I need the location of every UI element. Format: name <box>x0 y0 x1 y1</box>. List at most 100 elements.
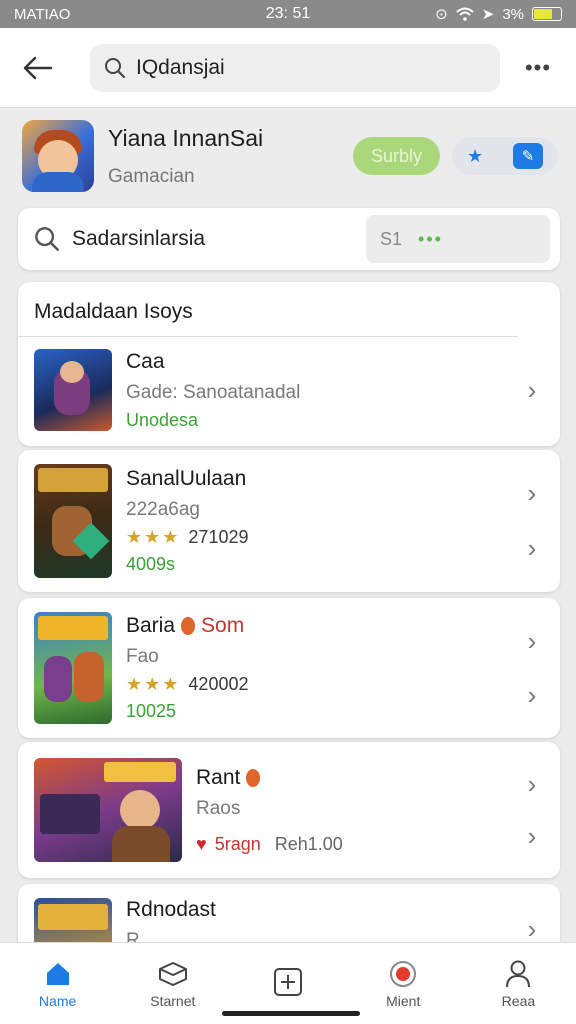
app-icon-body <box>32 172 84 192</box>
nav-label: Name <box>38 992 77 1009</box>
nav-item-starnet[interactable]: Starnet <box>115 943 230 1024</box>
back-button[interactable] <box>14 44 62 92</box>
thumb-banner <box>38 904 108 930</box>
list-card: Madaldaan Isoys Caa Gade: Sanoatanadal U… <box>18 282 560 446</box>
battery-icon <box>532 7 562 21</box>
app-icon[interactable] <box>22 120 94 192</box>
chevron-right-icon[interactable]: › <box>520 821 544 852</box>
item-price: 10025 <box>126 701 177 721</box>
item-title: SanalUulaan <box>126 467 247 490</box>
thumb-banner <box>38 468 108 492</box>
app-name: Yiana InnanSai <box>108 124 264 151</box>
battery-fill <box>534 9 553 19</box>
item-price: 4009s <box>126 554 176 574</box>
home-indicator[interactable] <box>222 1011 360 1016</box>
chevron-right-icon[interactable]: › <box>520 626 544 657</box>
game-thumbnail <box>34 464 112 578</box>
item-title: Rdnodast <box>126 898 216 921</box>
chevron-right-icon[interactable]: › <box>520 680 544 711</box>
thumb-sign <box>40 794 100 834</box>
search-icon <box>105 57 126 78</box>
status-bar: MATIAO 23: 51 ⊙ ➤ 3% <box>0 0 576 28</box>
rating-count: 420002 <box>188 674 249 694</box>
action-group: ★ ✎ <box>452 137 558 175</box>
item-title: Rant <box>196 765 241 789</box>
arrow-left-icon <box>23 56 53 79</box>
app-subtitle: Gamacian <box>108 165 195 187</box>
item-badge: Som <box>201 614 245 637</box>
hot-icon <box>246 768 261 787</box>
more-icon: ••• <box>524 54 552 80</box>
game-thumbnail <box>34 758 182 862</box>
item-status: Unodesa <box>126 409 199 430</box>
nav-label: Reaa <box>501 992 536 1009</box>
thumb-head <box>120 790 160 830</box>
item-subtitle: Raos <box>196 797 241 819</box>
box-icon <box>157 959 189 989</box>
chevron-right-icon[interactable]: › <box>520 914 544 945</box>
game-thumbnail <box>34 349 112 431</box>
item-title: Baria <box>126 614 176 637</box>
nav-item-mient[interactable]: Mient <box>346 943 461 1024</box>
chevron-right-icon[interactable]: › <box>520 478 544 509</box>
heart-icon: ♥ <box>196 833 207 854</box>
nav-item-home[interactable]: Name <box>0 943 115 1024</box>
edit-icon[interactable]: ✎ <box>513 143 544 169</box>
thumb-figure-b <box>74 652 104 702</box>
app-bar: IQdansjai ••• <box>0 28 576 108</box>
clock: 23: 51 <box>265 5 311 22</box>
thumb-body <box>112 826 170 862</box>
rating-count: 271029 <box>188 527 249 547</box>
chevron-right-icon[interactable]: › <box>520 769 544 800</box>
item-meta-left: 5ragn <box>214 833 261 854</box>
meta-row: ♥ 5ragn Reh1.00 <box>196 834 520 855</box>
rating-stars: ★★★ <box>126 527 181 547</box>
search-card[interactable]: Sadarsinlarsia S1 ••• <box>18 208 560 270</box>
bottom-nav: Name Starnet Mient Reaa <box>0 942 576 1024</box>
record-icon <box>388 959 418 989</box>
search-icon <box>35 227 59 251</box>
primary-action-button[interactable]: Surbly <box>352 137 440 175</box>
search-text: IQdansjai <box>136 55 225 79</box>
hot-icon <box>181 617 196 635</box>
chevron-column: › › <box>520 748 544 872</box>
rating-row: ★★★ 420002 <box>126 674 520 695</box>
item-subtitle: 222a6ag <box>126 499 200 520</box>
add-square-icon <box>272 967 304 997</box>
item-meta-right: Reh1.00 <box>274 833 343 854</box>
list-item[interactable]: Rant Raos ♥ 5ragn Reh1.00 › › <box>18 742 560 878</box>
rating-row: ★★★ 271029 <box>126 527 520 548</box>
nav-label: Mient <box>386 992 421 1009</box>
game-thumbnail <box>34 612 112 724</box>
more-options-button[interactable]: ••• <box>514 44 562 92</box>
app-titles: Yiana InnanSai Gamacian <box>108 125 353 188</box>
bookmark-icon[interactable]: ★ <box>467 146 483 167</box>
chevron-right-icon[interactable]: › <box>520 375 544 406</box>
item-info: Rant Raos ♥ 5ragn Reh1.00 <box>196 766 520 855</box>
item-info: Caa Gade: Sanoatanadal Unodesa <box>126 350 520 431</box>
chevron-column: › › <box>520 604 544 732</box>
thumb-banner <box>104 762 176 782</box>
item-info: SanalUulaan 222a6ag ★★★ 271029 4009s <box>126 467 520 575</box>
nav-item-reaa[interactable]: Reaa <box>461 943 576 1024</box>
home-icon <box>44 959 72 989</box>
list-item[interactable]: Caa Gade: Sanoatanadal Unodesa › <box>18 337 560 443</box>
thumb-head <box>60 361 84 383</box>
thumb-banner <box>38 616 108 640</box>
list-item[interactable]: Baria Som Fao ★★★ 420002 10025 › › <box>18 598 560 738</box>
ellipsis-icon: ••• <box>418 228 443 249</box>
search-card-text: Sadarsinlarsia <box>72 227 206 250</box>
item-subtitle: Fao <box>126 646 159 667</box>
app-header: Yiana InnanSai Gamacian Surbly ★ ✎ <box>18 114 558 198</box>
item-title: Caa <box>126 349 165 373</box>
list-item[interactable]: SanalUulaan 222a6ag ★★★ 271029 4009s › › <box>18 450 560 592</box>
item-subtitle: Gade: Sanoatanadal <box>126 381 301 403</box>
rating-stars: ★★★ <box>126 674 181 694</box>
nav-label: Starnet <box>150 992 196 1009</box>
filter-value: S1 <box>380 228 403 249</box>
section-title: Madaldaan Isoys <box>18 282 518 337</box>
search-input[interactable]: IQdansjai <box>90 43 500 92</box>
filter-box[interactable]: S1 ••• <box>366 215 550 263</box>
chevron-right-icon[interactable]: › <box>520 533 544 564</box>
item-info: Baria Som Fao ★★★ 420002 10025 <box>126 614 520 722</box>
